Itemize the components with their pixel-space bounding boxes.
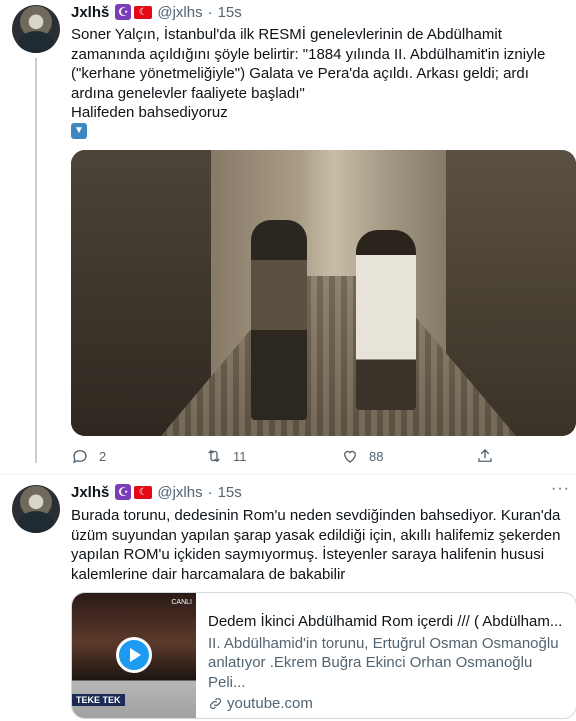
reply-icon <box>72 450 87 464</box>
like-count: 88 <box>369 448 384 464</box>
display-name[interactable]: Jxlhš <box>71 4 109 21</box>
retweet-button[interactable]: 11 <box>205 447 247 465</box>
share-icon <box>478 449 492 462</box>
link-card[interactable]: CANLI TEKE TEK Dedem İkinci Abdülhamid R… <box>71 592 576 719</box>
timestamp[interactable]: 15s <box>218 484 242 501</box>
username[interactable]: @jxlhs <box>157 4 202 21</box>
tweet-actions: 2 11 88 <box>71 446 494 466</box>
reply-count: 2 <box>99 448 107 464</box>
tweet-divider <box>0 474 576 475</box>
thread-line <box>35 58 37 463</box>
card-domain-row: youtube.com <box>208 694 568 714</box>
show-badge: TEKE TEK <box>72 694 125 706</box>
moon-emoji-icon: ☪ <box>115 4 132 20</box>
photo-building-left <box>71 150 211 436</box>
separator-dot: · <box>207 3 213 21</box>
down-arrow-emoji: ▼ <box>71 120 87 139</box>
card-title: Dedem İkinci Abdülhamid Rom içerdi /// (… <box>208 613 563 630</box>
card-description: II. Abdülhamid'in torunu, Ertuğrul Osman… <box>208 634 559 691</box>
turkey-flag-icon: ☾ <box>134 485 153 499</box>
retweet-count: 11 <box>233 448 247 464</box>
tweet[interactable]: Jxlhš ☪ ☾ @jxlhs · 15s Soner Yalçın, İst… <box>0 0 576 470</box>
card-domain: youtube.com <box>227 695 313 712</box>
photo-figure-man <box>251 220 307 420</box>
reply-button[interactable]: 2 <box>71 447 106 465</box>
moon-emoji-icon: ☪ <box>115 484 132 500</box>
link-icon <box>210 698 221 710</box>
turkey-flag-icon: ☾ <box>134 5 153 19</box>
avatar[interactable] <box>12 5 60 53</box>
username[interactable]: @jxlhs <box>157 484 202 501</box>
video-thumbnail[interactable]: CANLI TEKE TEK <box>72 593 196 718</box>
share-button[interactable] <box>476 447 494 465</box>
avatar[interactable] <box>12 485 60 533</box>
tweet-header: Jxlhš ☪ ☾ @jxlhs · 15s <box>71 482 242 502</box>
live-label: CANLI <box>171 599 192 606</box>
play-icon[interactable] <box>116 637 152 673</box>
photo-figure-woman <box>356 230 416 410</box>
timestamp[interactable]: 15s <box>218 4 242 21</box>
retweet-icon <box>208 449 220 463</box>
tweet-text: Burada torunu, dedesinin Rom'u neden sev… <box>71 507 561 583</box>
tweet-header: Jxlhš ☪ ☾ @jxlhs · 15s <box>71 2 242 22</box>
like-button[interactable]: 88 <box>341 447 383 465</box>
like-icon <box>344 450 356 463</box>
tweet-text: Soner Yalçın, İstanbul'da ilk RESMİ gene… <box>71 26 546 121</box>
tweet-photo[interactable] <box>71 150 576 436</box>
display-name[interactable]: Jxlhš <box>71 484 109 501</box>
down-arrow-icon: ▼ <box>71 123 87 139</box>
card-body: Dedem İkinci Abdülhamid Rom içerdi /// (… <box>208 612 568 714</box>
separator-dot: · <box>207 483 213 501</box>
more-options-icon[interactable]: ··· <box>551 480 570 498</box>
